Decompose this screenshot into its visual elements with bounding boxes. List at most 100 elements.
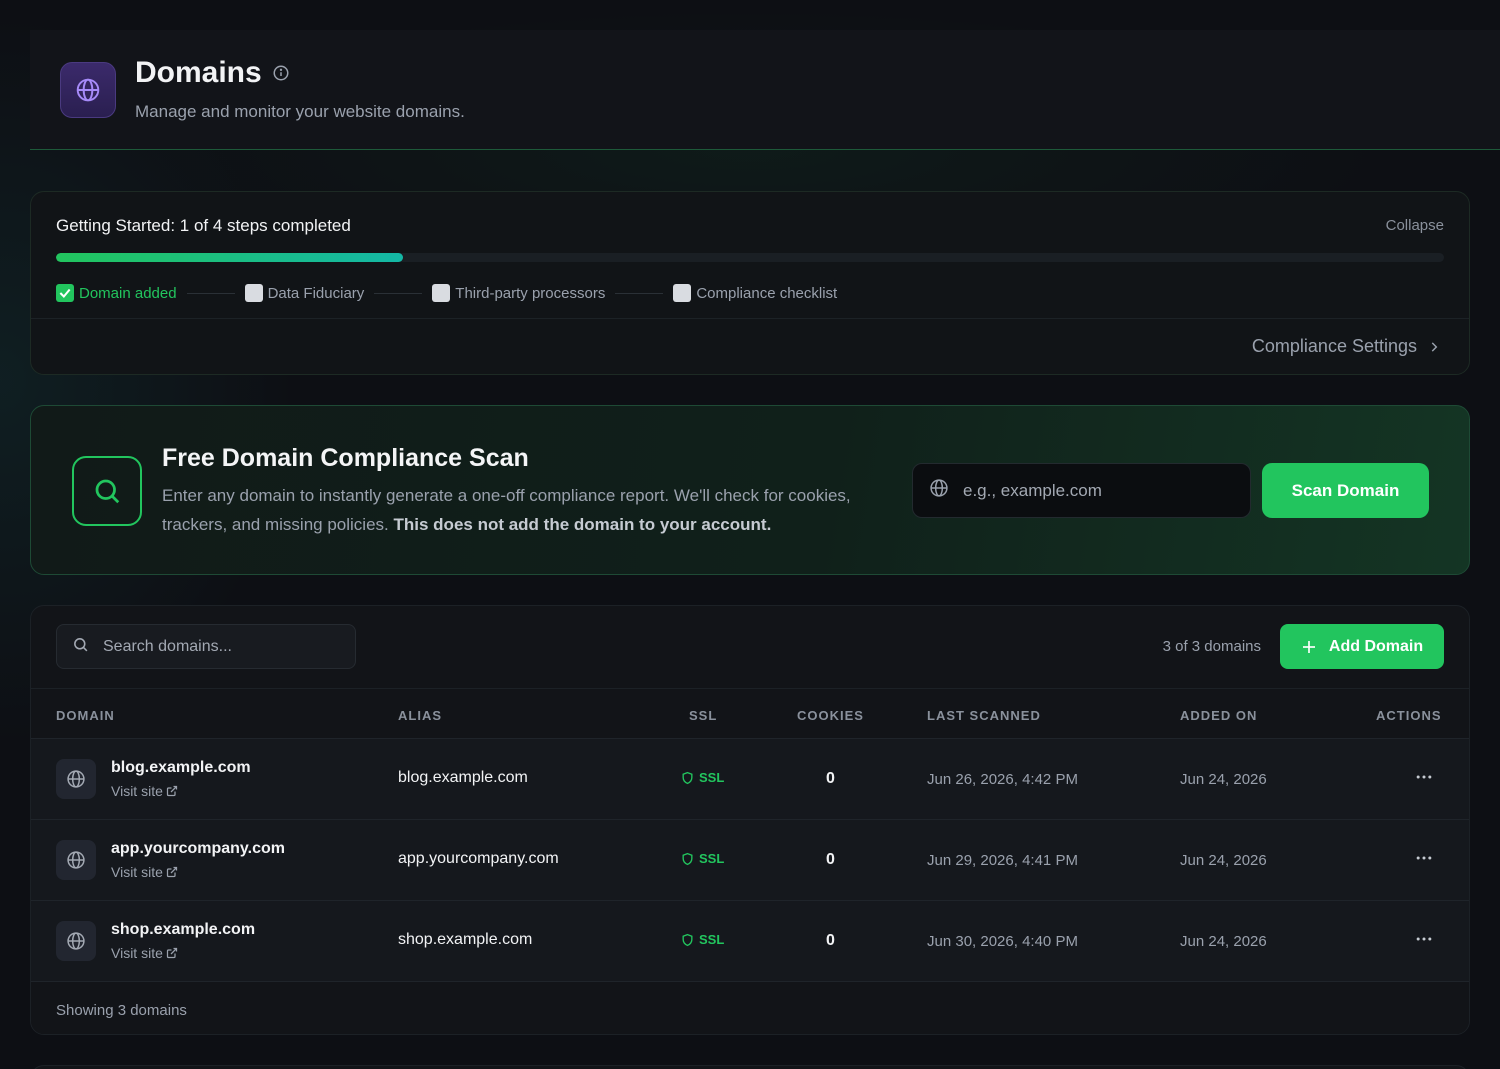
getting-started-card: Getting Started: 1 of 4 steps completed … bbox=[30, 191, 1470, 375]
ssl-badge: SSL bbox=[681, 851, 724, 866]
compliance-settings-label: Compliance Settings bbox=[1251, 336, 1417, 356]
globe-icon bbox=[56, 759, 96, 799]
shield-icon bbox=[682, 771, 693, 784]
scan-description: Enter any domain to instantly generate a… bbox=[162, 481, 892, 539]
checkmark-icon bbox=[56, 284, 74, 302]
globe-icon bbox=[56, 840, 96, 880]
search-icon bbox=[72, 456, 142, 526]
column-header-last-scanned[interactable]: LAST SCANNED bbox=[927, 708, 1041, 723]
table-footer: Showing 3 domains bbox=[31, 981, 1469, 1034]
add-domain-label: Add Domain bbox=[1328, 637, 1424, 655]
scan-description-bold: This does not add the domain to your acc… bbox=[393, 515, 772, 534]
visit-site-link[interactable]: Visit site bbox=[111, 945, 178, 961]
external-link-icon bbox=[166, 785, 177, 797]
domain-count: 3 of 3 domains bbox=[1162, 638, 1261, 655]
page-subtitle: Manage and monitor your website domains. bbox=[135, 102, 465, 121]
empty-checkbox-icon bbox=[673, 284, 692, 302]
domain-alias: shop.example.com bbox=[398, 931, 533, 948]
globe-icon bbox=[56, 921, 96, 961]
compliance-settings-link[interactable]: Compliance Settings bbox=[1252, 336, 1441, 357]
step-label: Domain added bbox=[79, 284, 177, 302]
cookie-count: 0 bbox=[826, 770, 835, 787]
page-title: Domains bbox=[135, 56, 290, 90]
table-row[interactable]: blog.example.com Visit site blog.example… bbox=[31, 738, 1469, 819]
step-compliance-checklist[interactable]: Compliance checklist bbox=[673, 284, 837, 302]
showing-count: Showing 3 domains bbox=[56, 1002, 187, 1019]
column-header-added-on[interactable]: ADDED ON bbox=[1180, 708, 1257, 723]
progress-track bbox=[56, 253, 1444, 262]
cookie-count: 0 bbox=[826, 851, 835, 868]
search-domains-field bbox=[56, 624, 356, 669]
step-data-fiduciary[interactable]: Data Fiduciary bbox=[244, 284, 365, 302]
step-label: Third-party processors bbox=[455, 284, 606, 302]
card-divider bbox=[31, 318, 1469, 319]
page-header: Domains Manage and monitor your website … bbox=[30, 30, 1500, 150]
added-on: Jun 24, 2026 bbox=[1180, 852, 1267, 869]
external-link-icon bbox=[166, 947, 177, 959]
next-card-edge bbox=[30, 1065, 1470, 1069]
domain-alias: app.yourcompany.com bbox=[398, 850, 559, 867]
chevron-right-icon bbox=[1431, 341, 1438, 352]
steps-list: Domain added Data Fiduciary Third-party … bbox=[56, 284, 837, 302]
last-scanned: Jun 29, 2026, 4:41 PM bbox=[927, 852, 1078, 869]
globe-icon bbox=[60, 62, 116, 118]
getting-started-title: Getting Started: 1 of 4 steps completed bbox=[56, 216, 351, 235]
step-divider bbox=[374, 292, 423, 294]
ssl-label: SSL bbox=[699, 932, 725, 947]
page-title-text: Domains bbox=[135, 56, 262, 89]
table-row[interactable]: shop.example.com Visit site shop.example… bbox=[31, 900, 1469, 981]
visit-site-link[interactable]: Visit site bbox=[111, 864, 178, 880]
add-domain-button[interactable]: Add Domain bbox=[1280, 624, 1444, 669]
domain-name[interactable]: blog.example.com bbox=[111, 759, 251, 777]
collapse-button[interactable]: Collapse bbox=[1386, 217, 1444, 234]
step-third-party-processors[interactable]: Third-party processors bbox=[432, 284, 605, 302]
shield-icon bbox=[682, 852, 693, 865]
info-icon[interactable] bbox=[272, 64, 290, 82]
table-row[interactable]: app.yourcompany.com Visit site app.yourc… bbox=[31, 819, 1469, 900]
column-header-cookies[interactable]: COOKIES bbox=[797, 708, 864, 723]
added-on: Jun 24, 2026 bbox=[1180, 933, 1267, 950]
column-header-actions: ACTIONS bbox=[1376, 708, 1442, 723]
empty-checkbox-icon bbox=[244, 284, 263, 302]
visit-site-label: Visit site bbox=[111, 783, 163, 799]
ssl-badge: SSL bbox=[681, 932, 724, 947]
column-header-domain[interactable]: DOMAIN bbox=[56, 708, 115, 723]
ssl-badge: SSL bbox=[681, 770, 724, 785]
visit-site-label: Visit site bbox=[111, 864, 163, 880]
globe-icon bbox=[929, 478, 949, 503]
column-header-ssl[interactable]: SSL bbox=[689, 708, 717, 723]
domains-table-card: 3 of 3 domains Add Domain DOMAIN ALIAS S… bbox=[30, 605, 1470, 1035]
last-scanned: Jun 26, 2026, 4:42 PM bbox=[927, 771, 1078, 788]
step-divider bbox=[186, 292, 235, 294]
visit-site-label: Visit site bbox=[111, 945, 163, 961]
more-actions-icon[interactable] bbox=[1414, 848, 1434, 873]
last-scanned: Jun 30, 2026, 4:40 PM bbox=[927, 933, 1078, 950]
plus-icon bbox=[1302, 640, 1315, 653]
step-label: Data Fiduciary bbox=[267, 284, 365, 302]
domain-name[interactable]: shop.example.com bbox=[111, 921, 255, 939]
step-domain-added[interactable]: Domain added bbox=[56, 284, 177, 302]
domain-name[interactable]: app.yourcompany.com bbox=[111, 840, 285, 858]
cookie-count: 0 bbox=[826, 932, 835, 949]
scan-domain-input[interactable] bbox=[963, 480, 1223, 501]
shield-icon bbox=[682, 933, 693, 946]
domain-alias: blog.example.com bbox=[398, 769, 528, 786]
scan-domain-field bbox=[912, 463, 1251, 518]
progress-fill bbox=[56, 253, 403, 262]
search-domains-input[interactable] bbox=[103, 637, 333, 656]
ssl-label: SSL bbox=[699, 851, 725, 866]
more-actions-icon[interactable] bbox=[1414, 929, 1434, 954]
ssl-label: SSL bbox=[699, 770, 725, 785]
step-label: Compliance checklist bbox=[696, 284, 838, 302]
search-icon bbox=[72, 636, 89, 658]
table-header: DOMAIN ALIAS SSL COOKIES LAST SCANNED AD… bbox=[31, 688, 1469, 740]
column-header-alias[interactable]: ALIAS bbox=[398, 708, 442, 723]
scan-title: Free Domain Compliance Scan bbox=[162, 444, 529, 472]
more-actions-icon[interactable] bbox=[1414, 767, 1434, 792]
external-link-icon bbox=[166, 866, 177, 878]
scan-domain-button[interactable]: Scan Domain bbox=[1262, 463, 1429, 518]
step-divider bbox=[615, 292, 664, 294]
domain-scan-card: Free Domain Compliance Scan Enter any do… bbox=[30, 405, 1470, 575]
added-on: Jun 24, 2026 bbox=[1180, 771, 1267, 788]
visit-site-link[interactable]: Visit site bbox=[111, 783, 178, 799]
